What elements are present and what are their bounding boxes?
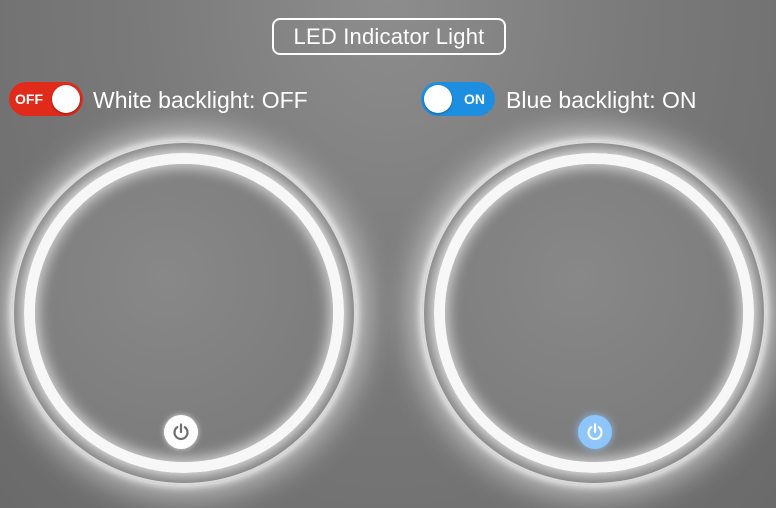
blue-backlight-toggle[interactable]: ON: [421, 82, 495, 116]
toggle-state-text: OFF: [15, 91, 43, 107]
toggle-knob: [52, 85, 80, 113]
round-mirror-blue: [422, 141, 766, 485]
white-backlight-toggle[interactable]: OFF: [9, 82, 83, 116]
round-mirror-white: [12, 141, 356, 485]
toggle-state-text: ON: [464, 91, 485, 107]
power-button[interactable]: [578, 415, 612, 449]
power-icon: [587, 423, 603, 441]
power-button[interactable]: [164, 415, 198, 449]
toggle-knob: [424, 85, 452, 113]
white-backlight-label: White backlight: OFF: [93, 87, 308, 113]
blue-backlight-label: Blue backlight: ON: [506, 87, 697, 113]
page-title: LED Indicator Light: [272, 18, 506, 55]
product-image: LED Indicator Light OFF White backlight:…: [0, 0, 776, 508]
power-icon: [173, 423, 189, 441]
